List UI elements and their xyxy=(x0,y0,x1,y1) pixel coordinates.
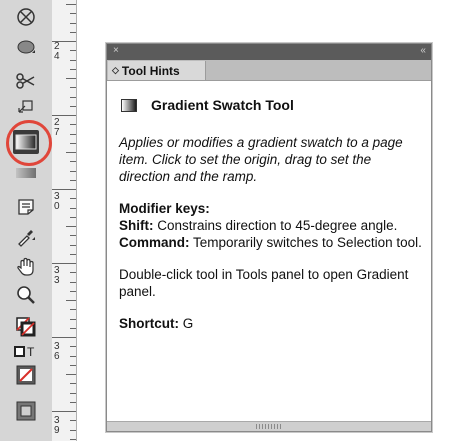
screen-mode-icon[interactable] xyxy=(0,396,52,426)
ruler-tick xyxy=(52,411,76,412)
gradient-swatch-icon xyxy=(121,99,137,112)
tool-description: Applies or modifies a gradient swatch to… xyxy=(119,135,403,184)
ruler-tick xyxy=(70,235,76,236)
ruler-tick xyxy=(70,420,76,421)
ruler-label: 30 xyxy=(54,191,60,212)
ruler-tick xyxy=(70,217,76,218)
gradient-feather-icon[interactable] xyxy=(0,158,52,188)
ruler-tick xyxy=(70,180,76,181)
zoom-icon[interactable] xyxy=(0,280,52,310)
ruler-tick xyxy=(66,374,76,375)
collapse-icon[interactable]: ‹‹ xyxy=(420,45,426,56)
ruler-tick xyxy=(52,189,76,190)
gradient-swatch-tool-icon[interactable] xyxy=(0,127,52,157)
note-icon[interactable] xyxy=(0,192,52,222)
ruler-tick xyxy=(70,430,76,431)
ellipse-icon[interactable] xyxy=(0,32,52,62)
ruler-tick xyxy=(70,60,76,61)
ruler-tick xyxy=(52,115,76,116)
apply-none-icon[interactable] xyxy=(0,360,52,390)
ruler-tick xyxy=(66,152,76,153)
ruler-tick xyxy=(70,402,76,403)
hand-icon[interactable] xyxy=(0,252,52,282)
ruler-tick xyxy=(66,300,76,301)
ruler-label: 27 xyxy=(54,117,60,138)
ruler-tick xyxy=(52,263,76,264)
svg-text:T: T xyxy=(27,345,35,359)
ruler-label: 36 xyxy=(54,341,60,362)
shortcut-key: G xyxy=(179,316,194,331)
ellipse-frame-icon[interactable] xyxy=(0,2,52,32)
ruler-tick xyxy=(70,97,76,98)
ruler-tick xyxy=(70,143,76,144)
ruler-tick xyxy=(70,291,76,292)
ruler-tick xyxy=(70,383,76,384)
modifier-key: Command: xyxy=(119,235,190,250)
ruler-tick xyxy=(70,124,76,125)
panel-resize-bar[interactable] xyxy=(107,421,431,431)
close-icon[interactable]: × xyxy=(113,45,119,56)
ruler-tick xyxy=(70,254,76,255)
ruler-tick xyxy=(70,328,76,329)
ruler-tick xyxy=(70,282,76,283)
ruler-tick xyxy=(70,13,76,14)
ruler-tick xyxy=(70,87,76,88)
ruler-tick xyxy=(70,32,76,33)
ruler-tick xyxy=(70,393,76,394)
tab-label: Tool Hints xyxy=(121,63,180,78)
ruler-label: 24 xyxy=(54,41,60,62)
ruler-tick xyxy=(70,356,76,357)
double-click-note: Double-click tool in Tools panel to open… xyxy=(119,267,409,299)
tool-heading: Gradient Swatch Tool xyxy=(119,97,423,114)
ruler-tick xyxy=(70,69,76,70)
resize-grip-icon[interactable] xyxy=(256,424,282,429)
ruler-tick xyxy=(66,226,76,227)
modifier-text: Temporarily switches to Selection tool. xyxy=(189,235,422,250)
shortcut: Shortcut: G xyxy=(119,315,423,332)
ruler-tick xyxy=(70,198,76,199)
ruler-tick xyxy=(70,309,76,310)
ruler-tick xyxy=(52,337,76,338)
ruler-tick xyxy=(70,272,76,273)
ruler-tick xyxy=(70,365,76,366)
tools-panel: T xyxy=(0,0,53,441)
tool-hints-panel: × ‹‹ ◇ Tool Hints Gradient Swatch Tool A… xyxy=(106,43,432,432)
ruler-tick xyxy=(66,78,76,79)
ruler-label: 39 xyxy=(54,415,60,436)
shortcut-label: Shortcut: xyxy=(119,316,179,331)
ruler-label: 33 xyxy=(54,265,60,286)
modifier-key: Shift: xyxy=(119,218,154,233)
panel-titlebar[interactable]: × ‹‹ xyxy=(107,44,431,60)
tab-arrows-icon: ◇ xyxy=(112,65,119,75)
panel-body: Gradient Swatch Tool Applies or modifies… xyxy=(107,81,431,332)
free-transform-icon[interactable] xyxy=(0,92,52,122)
panel-tabbar: ◇ Tool Hints xyxy=(107,60,431,81)
ruler-tick xyxy=(70,245,76,246)
ruler-tick xyxy=(70,439,76,440)
ruler-tick xyxy=(70,106,76,107)
ruler-tick xyxy=(70,23,76,24)
tab-tool-hints[interactable]: ◇ Tool Hints xyxy=(108,61,206,80)
vertical-ruler: 24 27 30 33 36 39 xyxy=(52,0,77,441)
ruler-tick xyxy=(70,171,76,172)
ruler-tick xyxy=(70,208,76,209)
modifier-text: Constrains direction to 45-degree angle. xyxy=(153,218,398,233)
tool-name: Gradient Swatch Tool xyxy=(151,97,294,113)
modifier-heading: Modifier keys: xyxy=(119,201,210,216)
ruler-tick xyxy=(70,346,76,347)
ruler-tick xyxy=(70,319,76,320)
eyedropper-icon[interactable] xyxy=(0,222,52,252)
ruler-tick xyxy=(70,50,76,51)
ruler-tick xyxy=(70,134,76,135)
modifier-keys: Modifier keys: Shift: Constrains directi… xyxy=(119,200,423,251)
ruler-tick xyxy=(66,4,76,5)
ruler-tick xyxy=(70,161,76,162)
